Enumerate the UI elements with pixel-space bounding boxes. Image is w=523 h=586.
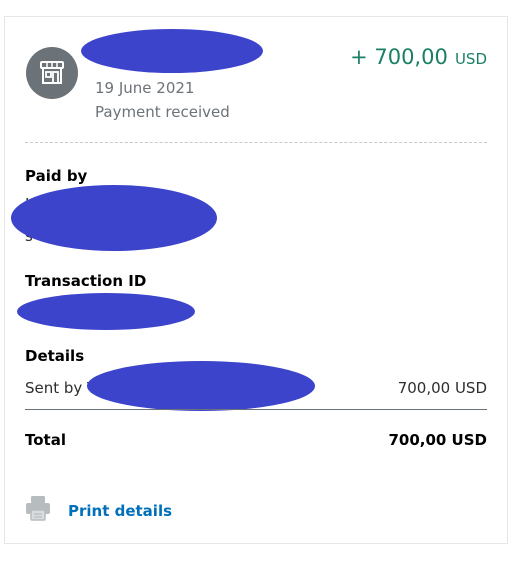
merchant-avatar — [26, 47, 78, 99]
details-label: Details — [25, 347, 85, 365]
total-amount: 700,00 USD — [388, 431, 487, 449]
amount-currency: USD — [454, 50, 487, 68]
dotted-divider — [25, 142, 487, 143]
transaction-date: 19 June 2021 — [95, 79, 195, 97]
paid-by-label: Paid by — [25, 167, 88, 185]
total-label: Total — [25, 431, 66, 449]
redacted-sender — [87, 361, 315, 411]
redacted-merchant-name — [81, 29, 263, 73]
total-divider — [25, 409, 487, 410]
amount-value: + 700,00 — [350, 45, 448, 69]
transaction-status: Payment received — [95, 103, 230, 121]
sent-by-text: Sent by T — [25, 379, 97, 397]
print-details-link[interactable]: Print details — [68, 502, 172, 520]
store-icon — [40, 61, 64, 84]
redacted-payer-info — [11, 185, 217, 251]
printer-icon[interactable] — [25, 495, 51, 521]
transaction-card: o 19 June 2021 Payment received + 700,00… — [4, 16, 508, 544]
transaction-id-label: Transaction ID — [25, 272, 147, 290]
details-amount: 700,00 USD — [397, 379, 487, 397]
redacted-transaction-id — [17, 293, 195, 330]
transaction-amount: + 700,00 USD — [350, 45, 487, 69]
